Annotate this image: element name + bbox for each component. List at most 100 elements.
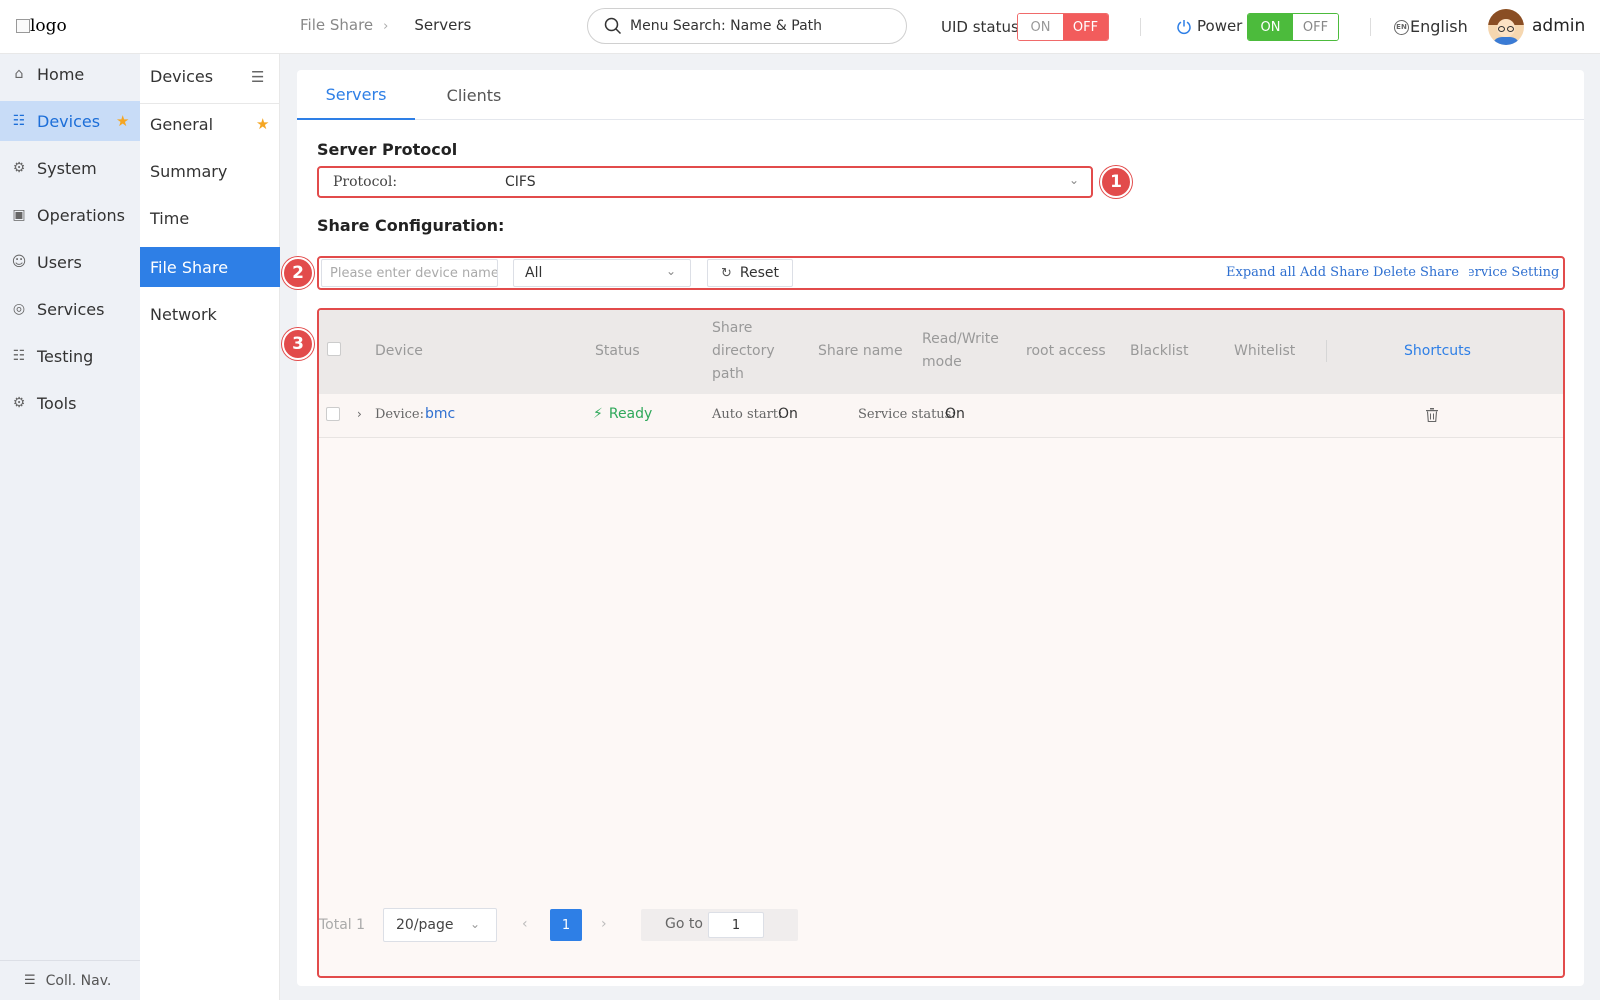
fold-menu-icon[interactable]: ☰: [251, 68, 264, 86]
sidebar-item-devices[interactable]: ☷ Devices ★: [0, 101, 140, 141]
bolt-icon: ⚡︎: [593, 406, 603, 422]
select-all-checkbox[interactable]: [327, 342, 341, 356]
goto-page: Go to: [641, 909, 798, 941]
logo[interactable]: logo: [16, 16, 67, 36]
sidebar-item-label: Operations: [37, 205, 125, 225]
chevron-down-icon: ⌄: [470, 917, 481, 931]
language-icon: EN: [1394, 20, 1409, 35]
top-header: logo File Share › Servers UID status ON OF…: [0, 0, 1600, 54]
uid-off-option[interactable]: OFF: [1063, 14, 1108, 40]
column-root-access: root access: [1026, 343, 1106, 359]
power-icon: [1177, 20, 1191, 35]
collapse-nav-label: Coll. Nav.: [45, 972, 112, 989]
sidebar-item-label: Home: [37, 64, 85, 84]
share-config-title: Share Configuration:: [317, 216, 505, 235]
operations-icon: ▣: [12, 207, 26, 223]
power-label: Power: [1197, 17, 1243, 35]
primary-sidebar: ⌂ Home ☷ Devices ★ ⚙ System ▣ Operations ☺ Us…: [0, 54, 140, 1000]
reset-button[interactable]: ↻ Reset: [707, 259, 793, 287]
chevron-down-icon: ⌄: [666, 264, 677, 278]
sidebar-item-testing[interactable]: ☷ Testing: [0, 336, 140, 376]
home-icon: ⌂: [14, 66, 24, 82]
sidebar-item-operations[interactable]: ▣ Operations: [0, 195, 140, 235]
subnav-item-label: General: [150, 114, 214, 134]
sidebar-item-users[interactable]: ☺ Users: [0, 242, 140, 282]
expand-all-link[interactable]: Expand all: [1226, 265, 1296, 280]
star-icon[interactable]: ★: [116, 112, 129, 130]
share-filter-toolbar: All ⌄ ↻ Reset Expand all Add Share Delete…: [317, 256, 1565, 290]
subnav-item-general[interactable]: General ★: [140, 104, 280, 144]
tab-servers[interactable]: Servers: [297, 70, 415, 120]
menu-search[interactable]: [587, 8, 907, 44]
power-off-option[interactable]: OFF: [1293, 14, 1338, 40]
uid-status-toggle[interactable]: ON OFF: [1017, 13, 1109, 41]
avatar[interactable]: [1488, 9, 1524, 45]
header-divider: [1140, 18, 1141, 36]
subnav-item-file-share[interactable]: File Share: [140, 247, 280, 287]
collapse-nav-button[interactable]: ☰ Coll. Nav.: [0, 960, 140, 1000]
system-icon: ⚙: [12, 160, 26, 176]
column-divider: [1326, 340, 1327, 362]
sidebar-item-home[interactable]: ⌂ Home: [0, 54, 140, 94]
column-status: Status: [595, 343, 640, 359]
subnav-item-summary[interactable]: Summary: [140, 151, 280, 191]
device-label: Device:: [375, 407, 424, 422]
reset-label: Reset: [739, 265, 779, 281]
devices-icon: ☷: [12, 113, 26, 129]
status-filter-value: All: [525, 265, 543, 281]
tab-clients[interactable]: Clients: [429, 70, 519, 120]
star-icon[interactable]: ★: [256, 115, 269, 133]
column-device: Device: [375, 343, 423, 359]
share-table: Device Status Share directory path Share…: [317, 308, 1565, 978]
column-blacklist: Blacklist: [1130, 343, 1189, 359]
total-count: Total 1: [319, 917, 366, 933]
username[interactable]: admin: [1532, 16, 1585, 36]
page-number-button[interactable]: 1: [550, 909, 582, 941]
service-status-label: Service status:: [858, 407, 956, 422]
search-input[interactable]: [630, 16, 890, 36]
sidebar-item-system[interactable]: ⚙ System: [0, 148, 140, 188]
annotation-badge-3: 3: [282, 328, 314, 360]
uid-on-option[interactable]: ON: [1018, 14, 1063, 40]
column-share-directory-path: Share directory path: [712, 320, 775, 382]
secondary-sidebar: Devices ☰ General ★ Summary Time File Sh…: [140, 54, 280, 1000]
users-icon: ☺: [11, 254, 27, 270]
column-read-write-mode: Read/Write mode: [922, 331, 999, 370]
row-checkbox[interactable]: [326, 407, 340, 421]
table-row: › Device: bmc ⚡︎ Ready Auto start: On Ser…: [319, 394, 1563, 438]
main-panel: Servers Clients Server Protocol Protocol…: [282, 70, 1584, 986]
status-text: Ready: [608, 406, 653, 422]
device-value[interactable]: bmc: [425, 406, 455, 422]
sidebar-item-tools[interactable]: ⚙ Tools: [0, 383, 140, 423]
refresh-icon: ↻: [720, 265, 732, 281]
prev-page-button[interactable]: ‹: [522, 916, 528, 932]
protocol-label: Protocol:: [333, 174, 398, 190]
subnav-item-network[interactable]: Network: [140, 294, 280, 334]
status-filter-select[interactable]: All ⌄: [513, 259, 691, 287]
power-toggle[interactable]: ON OFF: [1247, 13, 1339, 41]
pagination: Total 1 20/page ⌄ ‹ 1 › Go to: [319, 908, 1563, 944]
sidebar-item-services[interactable]: ◎ Services: [0, 289, 140, 329]
subnav-item-time[interactable]: Time: [140, 198, 280, 238]
protocol-select[interactable]: Protocol: CIFS ⌄: [317, 166, 1093, 198]
auto-start-label: Auto start:: [712, 407, 783, 422]
add-share-link[interactable]: Add Share: [1300, 265, 1369, 280]
delete-share-link[interactable]: Delete Share: [1373, 265, 1459, 280]
table-header: Device Status Share directory path Share…: [319, 310, 1563, 394]
page-size-select[interactable]: 20/page ⌄: [383, 908, 497, 942]
trash-icon[interactable]: [1426, 408, 1438, 422]
power-on-option[interactable]: ON: [1248, 14, 1293, 40]
server-protocol-title: Server Protocol: [317, 140, 458, 159]
next-page-button[interactable]: ›: [601, 916, 607, 932]
language-selector[interactable]: English: [1410, 17, 1468, 36]
status-badge: ⚡︎ Ready: [593, 406, 652, 422]
subnav-title: Devices: [150, 67, 214, 86]
device-name-input[interactable]: [321, 259, 498, 287]
logo-alt-text: logo: [30, 16, 67, 36]
expand-row-icon[interactable]: ›: [357, 407, 362, 421]
goto-page-input[interactable]: [708, 912, 764, 938]
service-setting-link[interactable]: Service Setting: [1469, 265, 1559, 280]
breadcrumb-parent[interactable]: File Share: [300, 16, 373, 34]
column-whitelist: Whitelist: [1234, 343, 1296, 359]
breadcrumb: File Share › Servers: [300, 16, 471, 34]
